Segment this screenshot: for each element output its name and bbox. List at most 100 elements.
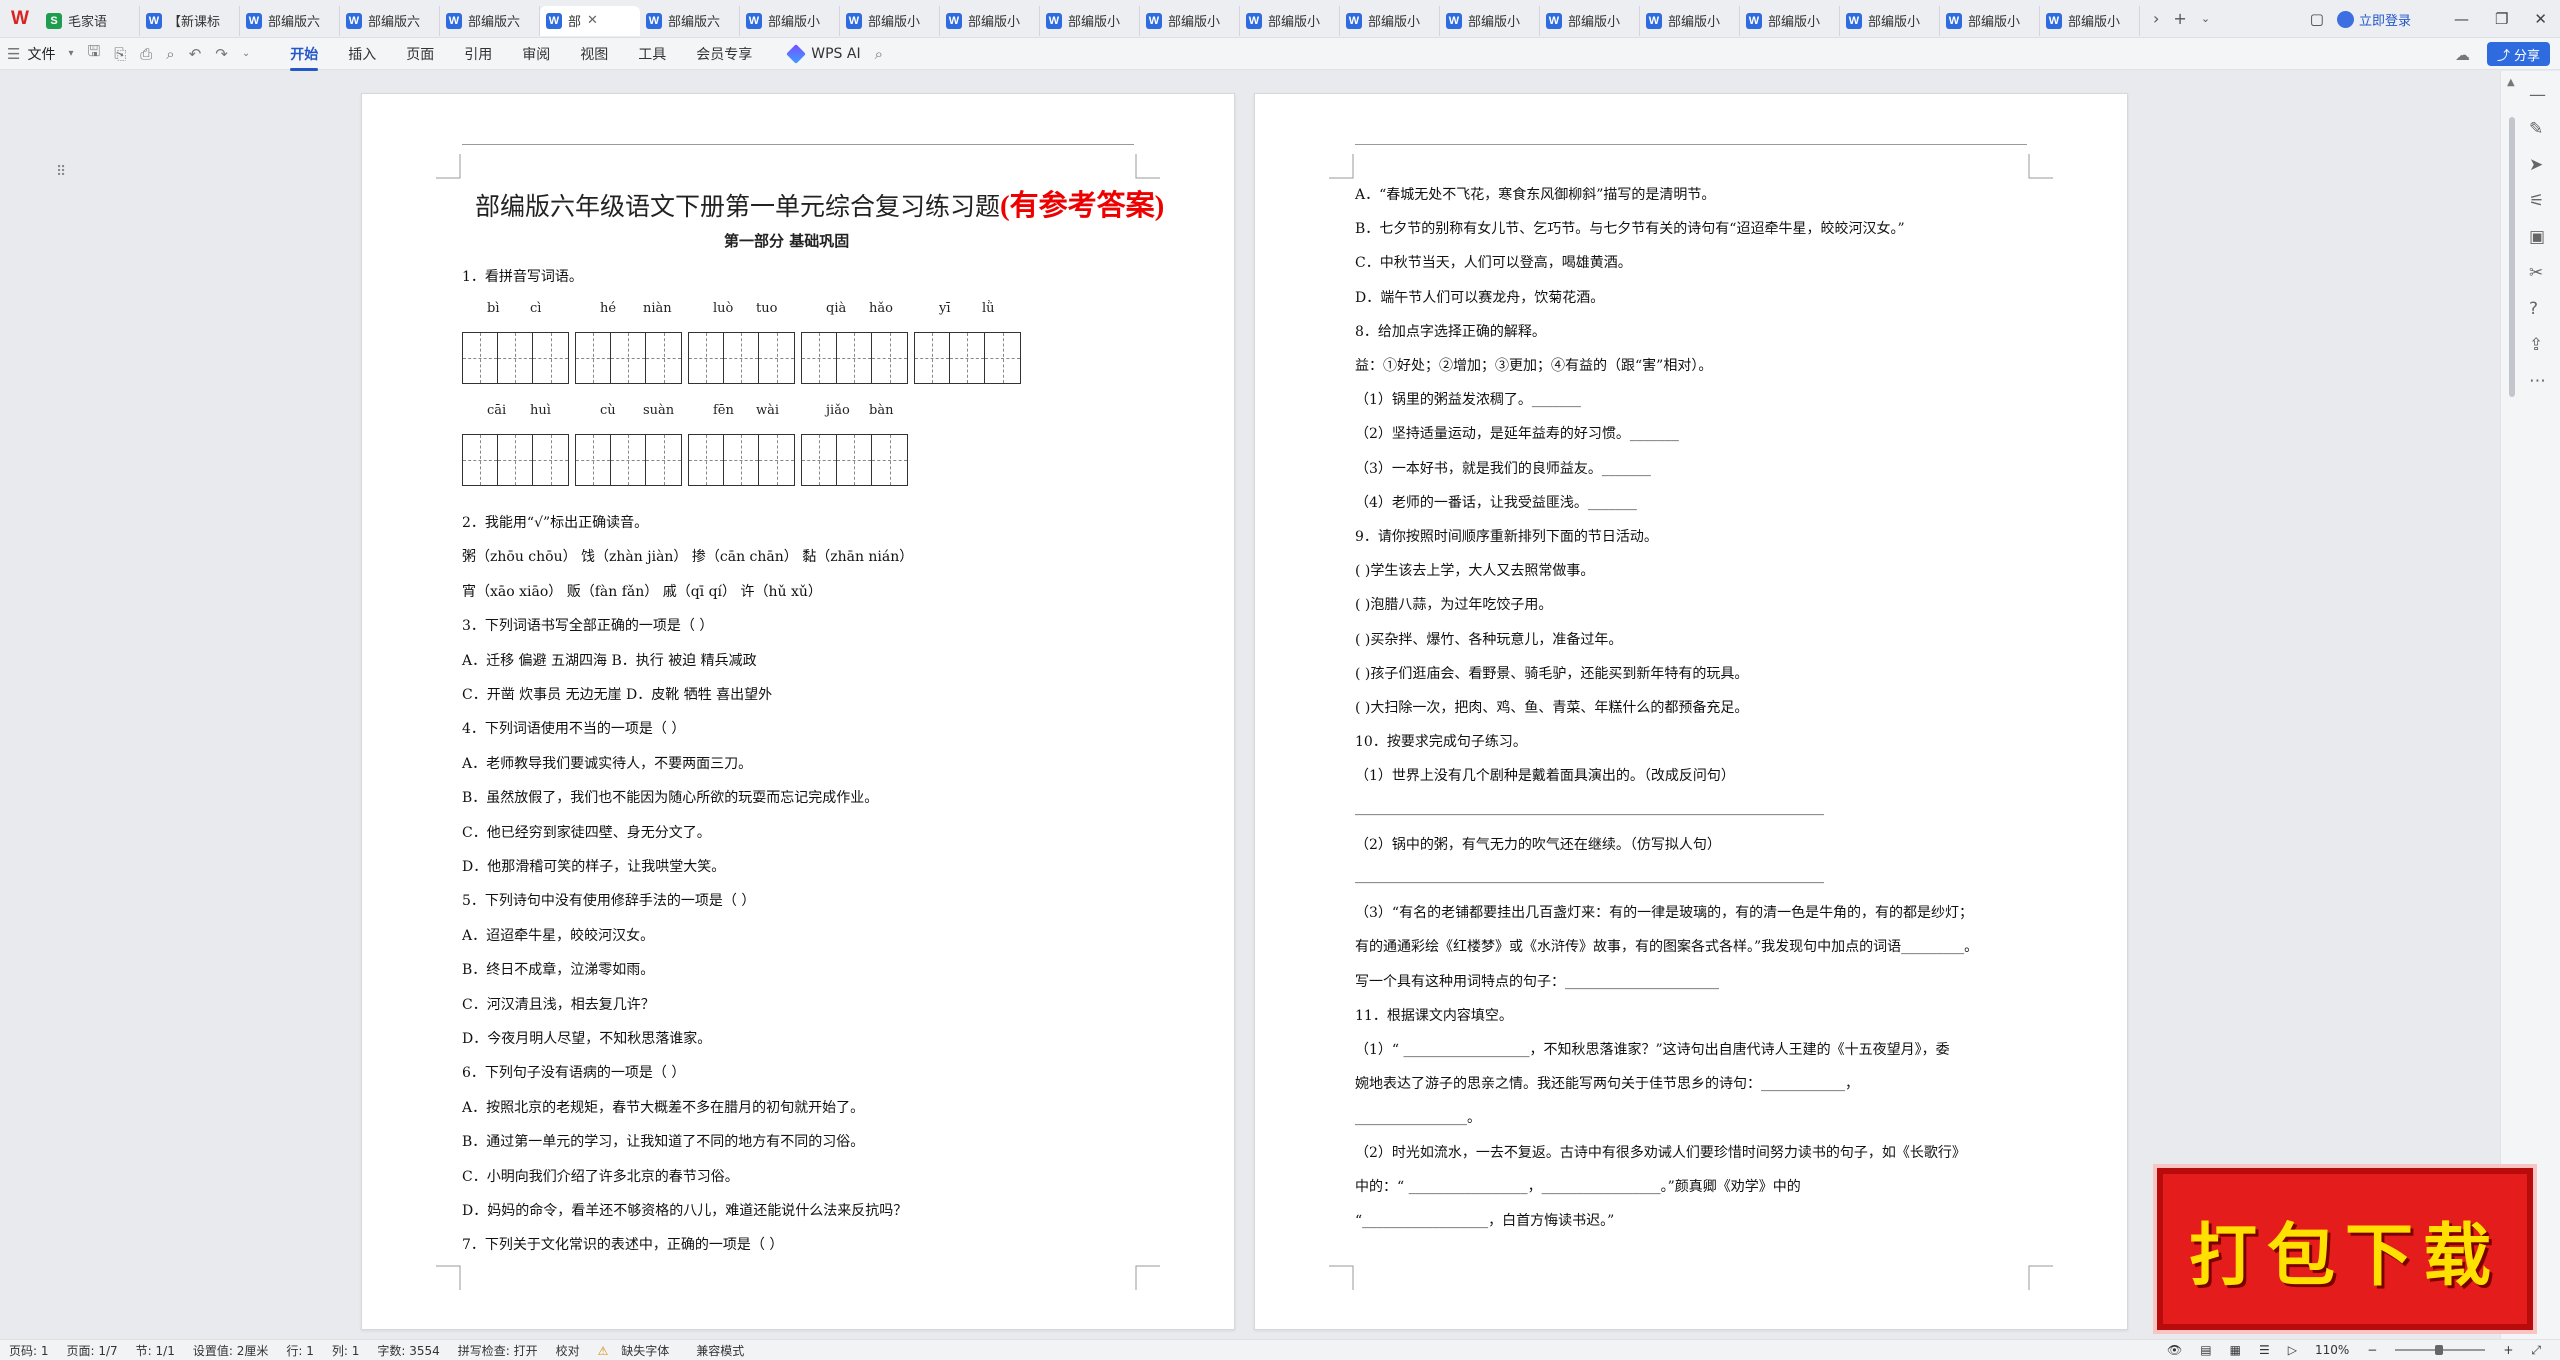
grid-cell — [576, 333, 611, 383]
writing-grid[interactable] — [914, 332, 1021, 384]
document-tab[interactable]: W 部编版六 — [240, 5, 340, 36]
export-icon[interactable]: ⎘ — [114, 45, 126, 63]
writing-grid[interactable] — [688, 434, 795, 486]
edit-pen-icon[interactable]: ✎ — [2529, 119, 2543, 139]
play-icon[interactable]: ▷ — [2288, 1343, 2297, 1357]
save-icon[interactable]: 🖫 — [87, 41, 100, 66]
document-tab[interactable]: W 部编版小 — [1940, 5, 2040, 36]
wps-logo-icon[interactable]: W — [0, 0, 40, 38]
document-tab[interactable]: W 部编版小 — [2040, 5, 2140, 36]
eye-icon[interactable]: 👁 — [2167, 1343, 2182, 1357]
restore-icon[interactable]: ❐ — [2495, 10, 2508, 28]
status-words[interactable]: 字数: 3554 — [377, 1342, 439, 1359]
close-window-icon[interactable]: ✕ — [2534, 10, 2547, 28]
status-missing-font[interactable]: ⚠ 缺失字体 — [598, 1342, 679, 1359]
menu-page[interactable]: 页面 — [406, 44, 434, 64]
undo-icon[interactable]: ↶ — [189, 45, 202, 63]
page-2[interactable]: A．“春城无处不飞花，寒食东风御柳斜”描写的是清明节。 B．七夕节的别称有女儿节、… — [1254, 93, 2128, 1330]
document-workspace[interactable]: ⠿ 部编版六年级语文下册第一单元综合复习练习题(有参考答案) 第一部分 基础巩固… — [0, 71, 2500, 1339]
page-view-icon[interactable]: ▤ — [2200, 1343, 2211, 1357]
menu-member[interactable]: 会员专享 — [696, 44, 752, 64]
writing-grid[interactable] — [688, 332, 795, 384]
vertical-scrollbar-thumb[interactable] — [2509, 117, 2515, 397]
document-tab[interactable]: W 部编版小 — [1440, 5, 1540, 36]
document-tab[interactable]: W 部编版小 — [1840, 5, 1940, 36]
cloud-icon[interactable]: ☁ — [2455, 46, 2470, 64]
pinyin-label: fēn — [713, 403, 734, 418]
word-doc-icon: W — [1946, 12, 1962, 29]
document-tab[interactable]: W 部编版小 — [740, 5, 840, 36]
settings-sliders-icon[interactable]: ⚟ — [2529, 191, 2544, 211]
outline-view-icon[interactable]: ☰ — [2259, 1343, 2270, 1357]
layout-icon[interactable]: ▢ — [2310, 10, 2324, 28]
scroll-up-icon[interactable]: ▲ — [2507, 77, 2515, 88]
document-tab[interactable]: W 部编版小 — [1140, 5, 1240, 36]
document-tab[interactable]: W 【新课标 — [140, 5, 240, 36]
document-tab[interactable]: W 部编版小 — [1540, 5, 1640, 36]
document-tab[interactable]: S 毛家语 — [40, 5, 140, 36]
document-tab[interactable]: W 部编版小 — [1640, 5, 1740, 36]
menu-insert[interactable]: 插入 — [348, 44, 376, 64]
select-cursor-icon[interactable]: ➤ — [2529, 155, 2543, 175]
help-icon[interactable]: ? — [2529, 299, 2538, 319]
wps-ai-button[interactable]: WPS AI — [786, 43, 861, 64]
web-view-icon[interactable]: ▦ — [2230, 1343, 2241, 1357]
text-line: B．虽然放假了，我们也不能因为随心所欲的玩耍而忘记完成作业。 — [462, 790, 879, 807]
file-menu[interactable]: 文件 — [27, 44, 55, 64]
tab-list-icon[interactable]: ⌄ — [2201, 12, 2210, 25]
redo-icon[interactable]: ↷ — [215, 45, 228, 63]
more-chevron-icon[interactable]: ⌄ — [242, 48, 250, 59]
document-tab[interactable]: W 部编版小 — [1740, 5, 1840, 36]
menu-tools[interactable]: 工具 — [638, 44, 666, 64]
document-tab[interactable]: W 部编版小 — [1040, 5, 1140, 36]
zoom-value[interactable]: 110% — [2315, 1343, 2349, 1357]
document-tab[interactable]: W 部编版六 — [340, 5, 440, 36]
chevron-down-icon[interactable]: ▾ — [68, 48, 73, 59]
drag-handle-icon[interactable]: ⠿ — [56, 164, 66, 180]
search-icon[interactable]: ⌕ — [875, 45, 883, 63]
writing-grid[interactable] — [462, 434, 569, 486]
image-tool-icon[interactable]: ▣ — [2529, 227, 2545, 247]
writing-grid[interactable] — [575, 332, 682, 384]
tab-close-icon[interactable]: ✕ — [587, 13, 598, 28]
writing-grid[interactable] — [801, 332, 908, 384]
print-icon[interactable]: ⎙ — [140, 45, 152, 63]
writing-grid[interactable] — [575, 434, 682, 486]
tab-label: 部编版小 — [1568, 15, 1621, 30]
collapse-icon[interactable]: — — [2529, 85, 2546, 105]
print-preview-icon[interactable]: ⌕ — [166, 45, 174, 63]
status-spell[interactable]: 拼写检查: 打开 — [458, 1342, 538, 1359]
document-tab[interactable]: W 部编版小 — [940, 5, 1040, 36]
menu-review[interactable]: 审阅 — [522, 44, 550, 64]
menu-home[interactable]: 开始 — [290, 44, 319, 71]
menu-reference[interactable]: 引用 — [464, 44, 492, 64]
menu-view[interactable]: 视图 — [580, 44, 608, 64]
new-tab-icon[interactable]: + — [2173, 9, 2186, 28]
document-tab[interactable]: W 部编版六 — [640, 5, 740, 36]
zoom-in-icon[interactable]: + — [2503, 1343, 2513, 1357]
writing-grid[interactable] — [801, 434, 908, 486]
share-doc-icon[interactable]: ⇪ — [2529, 335, 2543, 355]
more-icon[interactable]: ⋯ — [2529, 371, 2546, 391]
zoom-slider[interactable] — [2395, 1345, 2486, 1355]
tools-icon[interactable]: ✂ — [2529, 263, 2543, 283]
page-1[interactable]: 部编版六年级语文下册第一单元综合复习练习题(有参考答案) 第一部分 基础巩固 1… — [361, 93, 1235, 1330]
document-tab[interactable]: W 部编版小 — [1340, 5, 1440, 36]
zoom-out-icon[interactable]: − — [2367, 1343, 2377, 1357]
text-line: 6．下列句子没有语病的一项是（ ） — [462, 1065, 686, 1082]
status-pages[interactable]: 页面: 1/7 — [67, 1342, 118, 1359]
document-tab[interactable]: W 部编版六 — [440, 5, 540, 36]
grid-cell — [576, 435, 611, 485]
minimize-icon[interactable]: — — [2454, 10, 2469, 28]
menu-icon[interactable]: ☰ — [7, 45, 20, 63]
document-tab[interactable]: W 部编版小 — [840, 5, 940, 36]
status-proof[interactable]: 校对 — [556, 1342, 580, 1359]
fit-icon[interactable]: ⤢ — [2531, 1343, 2541, 1358]
login-button[interactable]: 立即登录 — [2336, 10, 2411, 29]
document-tab[interactable]: W 部编版小 — [1240, 5, 1340, 36]
download-banner[interactable]: 打包下载 — [2157, 1168, 2533, 1330]
document-tab[interactable]: W 部 ✕ — [540, 5, 640, 36]
writing-grid[interactable] — [462, 332, 569, 384]
tab-scroll-right-icon[interactable]: › — [2153, 9, 2159, 28]
share-button[interactable]: ⤴ 分享 — [2486, 42, 2550, 66]
